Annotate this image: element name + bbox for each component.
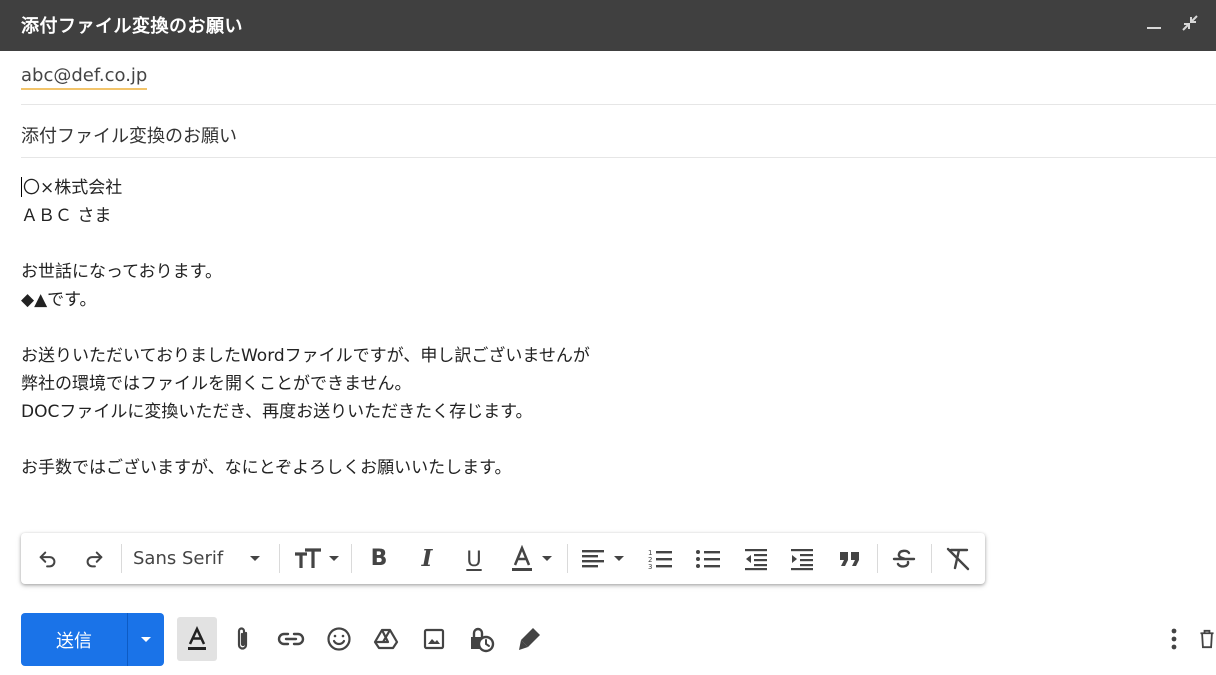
indent-less-icon[interactable] (739, 533, 773, 584)
toolbar-divider (121, 544, 122, 573)
underline-icon[interactable]: U (458, 533, 490, 584)
body-line: 〇×株式会社 (21, 177, 123, 198)
strikethrough-icon[interactable] (887, 533, 921, 584)
font-dropdown-icon (250, 555, 261, 561)
to-field-row[interactable]: abc@def.co.jp (21, 52, 1216, 105)
redo-icon[interactable] (81, 533, 107, 584)
align-icon[interactable] (579, 533, 631, 584)
toolbar-divider (351, 544, 352, 573)
attach-icon[interactable] (223, 617, 263, 661)
toolbar-divider (931, 544, 932, 573)
more-options-icon[interactable] (1156, 617, 1192, 661)
send-button[interactable]: 送信 (21, 613, 164, 666)
toolbar-divider (877, 544, 878, 573)
formatting-options-icon[interactable] (177, 617, 217, 661)
subject-field-row[interactable]: 添付ファイル変換のお願い (21, 105, 1216, 158)
subject-input[interactable]: 添付ファイル変換のお願い (21, 122, 237, 148)
body-line (21, 314, 921, 342)
minimize-icon[interactable] (1147, 27, 1161, 29)
formatting-toolbar: Sans Serif B I U 1 2 3 (21, 533, 985, 584)
quote-icon[interactable] (833, 533, 867, 584)
text-size-icon[interactable] (291, 533, 343, 584)
remove-formatting-icon[interactable] (941, 533, 975, 584)
signature-icon[interactable] (509, 617, 549, 661)
bulleted-list-icon[interactable] (691, 533, 725, 584)
compose-window-title: 添付ファイル変換のお願い (21, 16, 243, 37)
body-line: お世話になっております。 (21, 262, 222, 282)
link-icon[interactable] (271, 617, 311, 661)
exit-fullscreen-icon[interactable] (1180, 13, 1200, 33)
numbered-list-icon[interactable]: 1 2 3 (643, 533, 677, 584)
body-line (21, 426, 921, 454)
body-line: お手数ではございますが、なにとぞよろしくお願いいたします。 (21, 458, 512, 478)
body-line: DOCファイルに変換いただき、再度お送りいただきたく存じます。 (21, 402, 533, 422)
bold-icon[interactable]: B (363, 533, 395, 584)
compose-title-bar: 添付ファイル変換のお願い (0, 0, 1216, 51)
confidential-mode-icon[interactable] (461, 617, 501, 661)
font-family-label: Sans Serif (133, 548, 224, 569)
body-line (21, 230, 921, 258)
schedule-send-dropdown[interactable] (128, 613, 164, 666)
body-line: ◆▲です。 (21, 290, 97, 310)
undo-icon[interactable] (35, 533, 61, 584)
svg-text:3: 3 (648, 563, 652, 571)
message-body[interactable]: 〇×株式会社 ＡＢＣ さま お世話になっております。 ◆▲です。 お送りいただい… (21, 174, 921, 482)
emoji-icon[interactable] (319, 617, 359, 661)
toolbar-divider (567, 544, 568, 573)
font-family-select[interactable]: Sans Serif (133, 533, 273, 584)
recipient-chip[interactable]: abc@def.co.jp (21, 65, 148, 90)
text-color-icon[interactable] (505, 533, 557, 584)
italic-icon[interactable]: I (411, 533, 443, 584)
text-caret (21, 177, 22, 197)
send-label[interactable]: 送信 (21, 613, 127, 666)
chevron-down-icon (141, 636, 151, 642)
discard-icon[interactable] (1198, 617, 1216, 661)
toolbar-divider (279, 544, 280, 573)
indent-more-icon[interactable] (785, 533, 819, 584)
body-line: 弊社の環境ではファイルを開くことができません。 (21, 374, 412, 394)
body-line: お送りいただいておりましたWordファイルですが、申し訳ございませんが (21, 346, 590, 366)
photo-icon[interactable] (414, 617, 454, 661)
body-line: ＡＢＣ さま (21, 206, 112, 226)
drive-icon[interactable] (366, 617, 406, 661)
